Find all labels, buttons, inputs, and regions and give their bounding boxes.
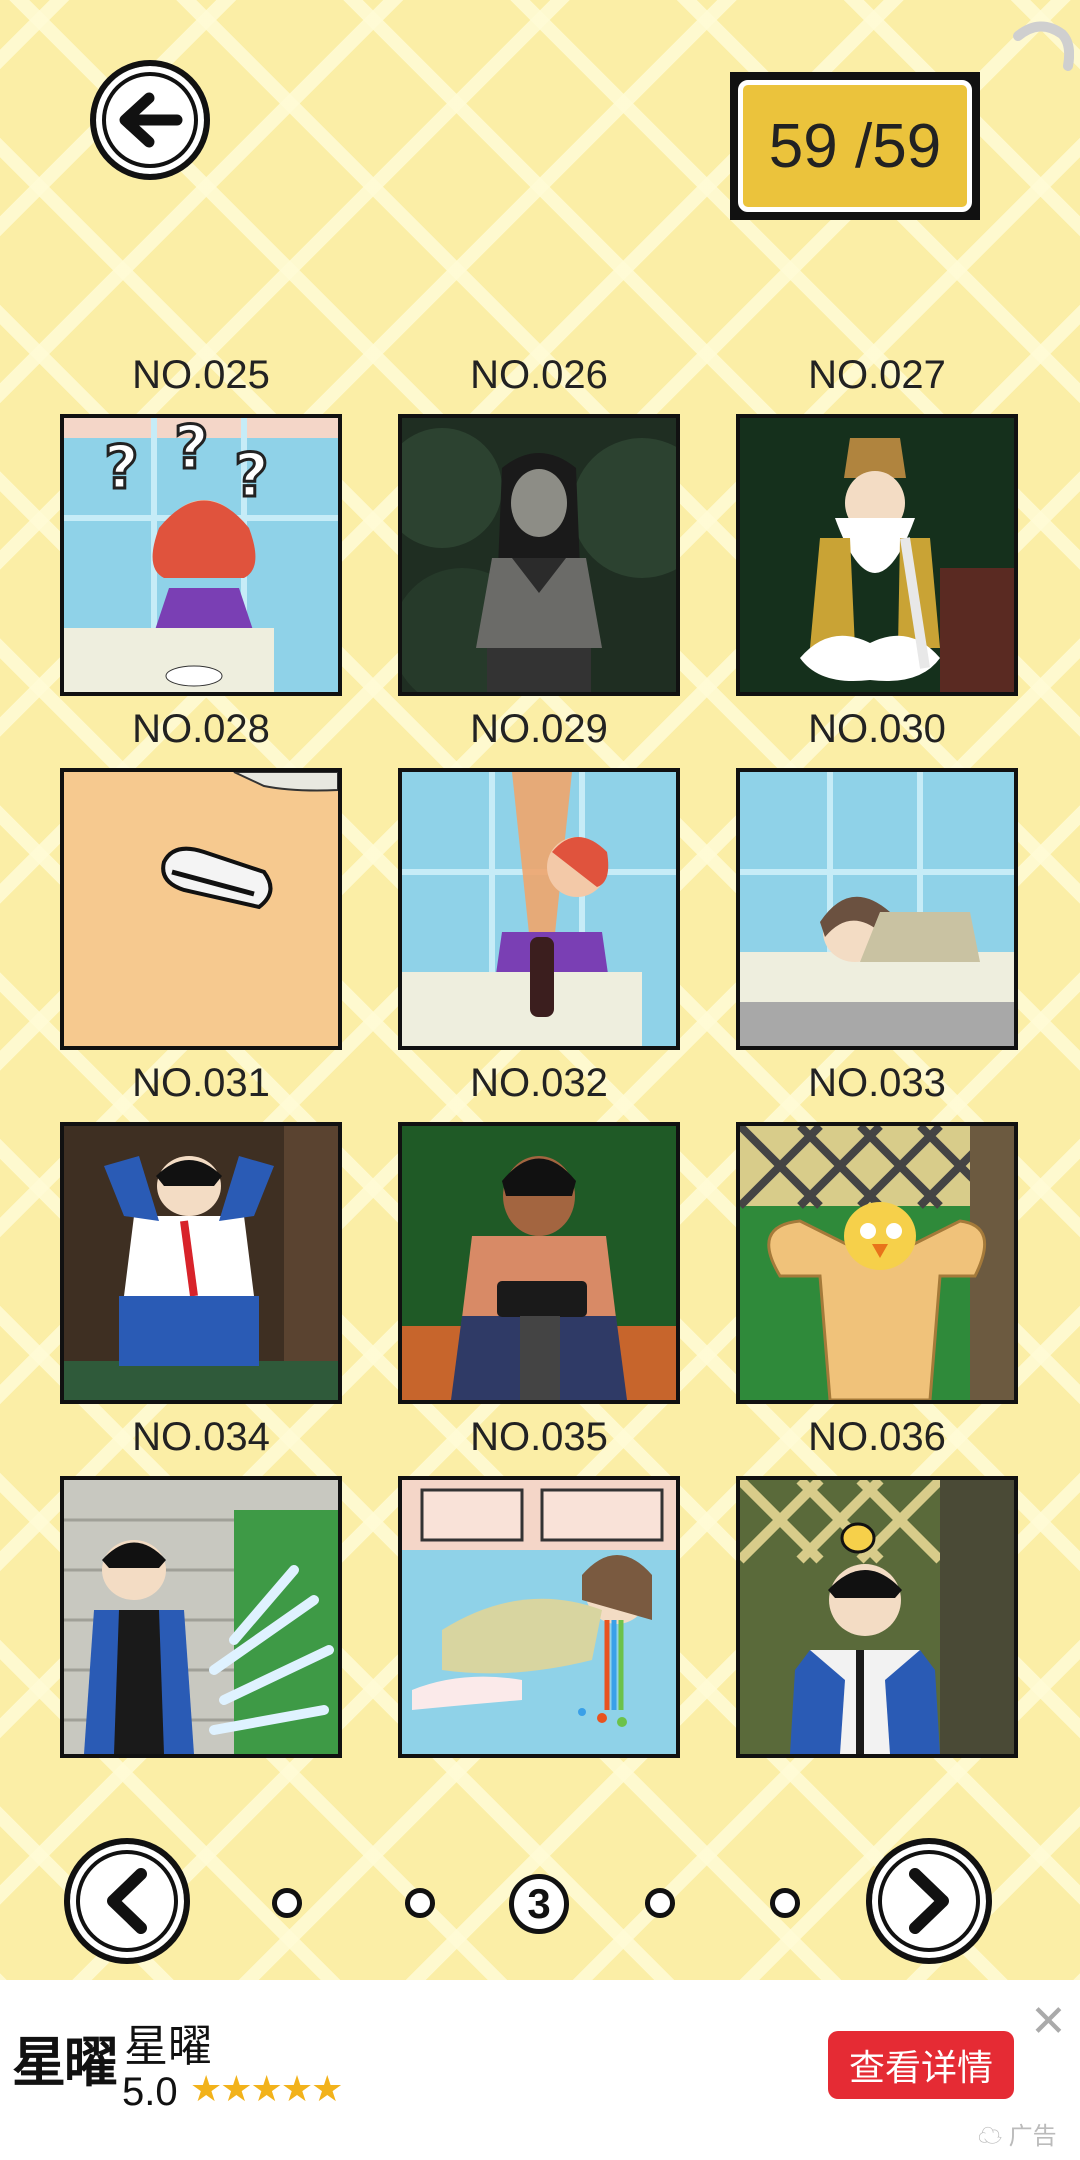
arrow-left-icon [119,92,183,148]
item-thumbnail[interactable] [736,1122,1018,1404]
item-thumbnail[interactable]: ? ? ? [60,414,342,696]
item-label: NO.034 [132,1415,270,1459]
item-label: NO.026 [470,353,608,397]
close-icon[interactable]: ✕ [1030,2000,1067,2044]
ad-logo: 星曜 [12,2030,118,2094]
item-label: NO.035 [470,1415,608,1459]
item-thumbnail[interactable] [398,1122,680,1404]
page-dot-5[interactable] [770,1888,800,1918]
item-label: NO.031 [132,1061,270,1105]
svg-text:?: ? [104,433,139,503]
next-page-button[interactable] [866,1838,992,1964]
collection-counter: 59 /59 [730,72,980,220]
page-dot-current[interactable]: 3 [509,1874,569,1934]
item-label: NO.032 [470,1061,608,1105]
svg-text:?: ? [174,418,209,483]
item-thumbnail[interactable] [398,1476,680,1758]
ad-rating: 5.0 [122,2070,178,2114]
item-label: NO.025 [132,353,270,397]
item-thumbnail[interactable] [60,768,342,1050]
page-dot-4[interactable] [645,1888,675,1918]
item-label: NO.028 [132,707,270,751]
gallery-screen: 59 /59 NO.025 ? ? ? NO.026 NO.027 NO.028… [0,0,1080,1980]
chevron-left-icon [107,1868,147,1934]
page-dot-1[interactable] [272,1888,302,1918]
item-thumbnail[interactable] [736,1476,1018,1758]
ad-stars-icon: ★★★★★ [190,2068,343,2109]
chevron-right-icon [909,1868,949,1934]
item-label: NO.036 [808,1415,946,1459]
ad-tag-label: 广告 [1008,2123,1057,2150]
ad-title: 星曜 [124,2022,212,2071]
item-label: NO.030 [808,707,946,751]
loading-arc-icon [1013,21,1074,71]
prev-page-button[interactable] [64,1838,190,1964]
ad-banner[interactable]: 星曜 星曜 5.0 ★★★★★ 查看详情 ✕ ☁ 广告 [0,1980,1080,2160]
item-label: NO.029 [470,707,608,751]
ad-details-button[interactable]: 查看详情 [828,2031,1014,2099]
item-thumbnail[interactable] [736,414,1018,696]
back-button[interactable] [90,60,210,180]
ad-tag: ☁ 广告 [978,2123,1057,2150]
svg-text:?: ? [234,441,269,511]
item-thumbnail[interactable] [60,1476,342,1758]
item-thumbnail[interactable] [736,768,1018,1050]
item-thumbnail[interactable] [398,768,680,1050]
item-thumbnail[interactable] [60,1122,342,1404]
counter-text: 59 /59 [738,80,972,212]
page-dot-2[interactable] [405,1888,435,1918]
item-label: NO.033 [808,1061,946,1105]
item-thumbnail[interactable] [398,414,680,696]
item-label: NO.027 [808,353,946,397]
